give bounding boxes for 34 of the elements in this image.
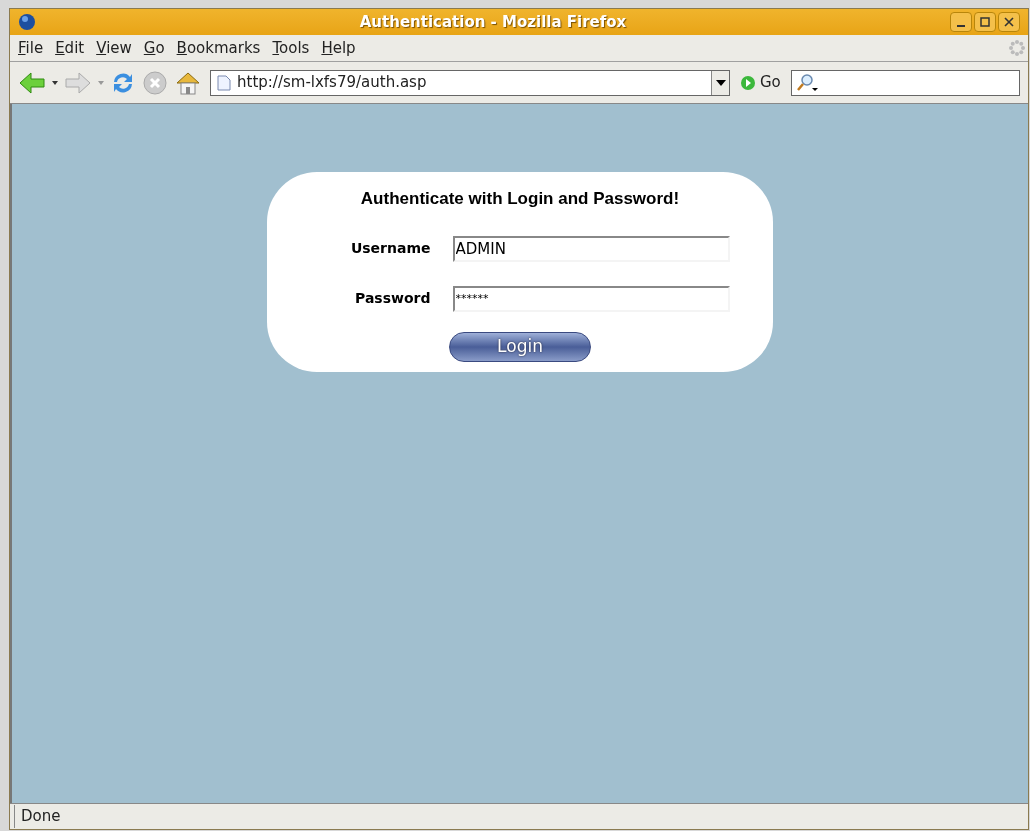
back-arrow-icon[interactable] — [18, 70, 46, 95]
username-field[interactable]: ADMIN — [452, 235, 730, 262]
status-text: Done — [14, 805, 61, 828]
menu-item[interactable]: Edit — [49, 36, 91, 60]
search-field[interactable] — [790, 69, 1020, 96]
caret-icon[interactable] — [52, 80, 58, 85]
search-icon — [795, 72, 820, 93]
play-icon — [740, 74, 756, 91]
menu-item[interactable]: File — [12, 36, 50, 60]
field-label: Password — [354, 289, 431, 308]
minimize-button[interactable] — [950, 12, 972, 32]
menu-item[interactable]: Help — [315, 36, 362, 60]
throbber-icon — [1008, 39, 1026, 57]
minimize-icon — [957, 25, 965, 27]
page-icon — [217, 74, 231, 91]
menu-item[interactable]: Bookmarks — [170, 36, 267, 60]
go-button[interactable]: Go — [736, 71, 785, 94]
close-icon — [1004, 17, 1014, 27]
maximize-icon — [980, 17, 990, 27]
menu-item[interactable]: View — [90, 36, 138, 60]
close-button[interactable] — [998, 12, 1020, 32]
url-text: http://sm-lxfs79/auth.asp — [237, 72, 428, 94]
maximize-button[interactable] — [974, 12, 996, 32]
caret-icon — [715, 79, 726, 86]
menu-item[interactable]: Tools — [266, 36, 316, 60]
login-button[interactable]: Login — [449, 331, 591, 362]
url-dropdown-button[interactable] — [711, 70, 729, 95]
login-heading: Authenticate with Login and Password! — [360, 188, 680, 210]
globe-icon — [18, 13, 36, 31]
menu-item[interactable]: Go — [137, 36, 171, 60]
address-field[interactable]: http://sm-lxfs79/auth.asp — [210, 69, 730, 96]
field-label: Username — [349, 239, 431, 258]
password-field[interactable]: ****** — [452, 285, 730, 312]
window-title: Authentication - Mozilla Firefox — [358, 11, 628, 33]
